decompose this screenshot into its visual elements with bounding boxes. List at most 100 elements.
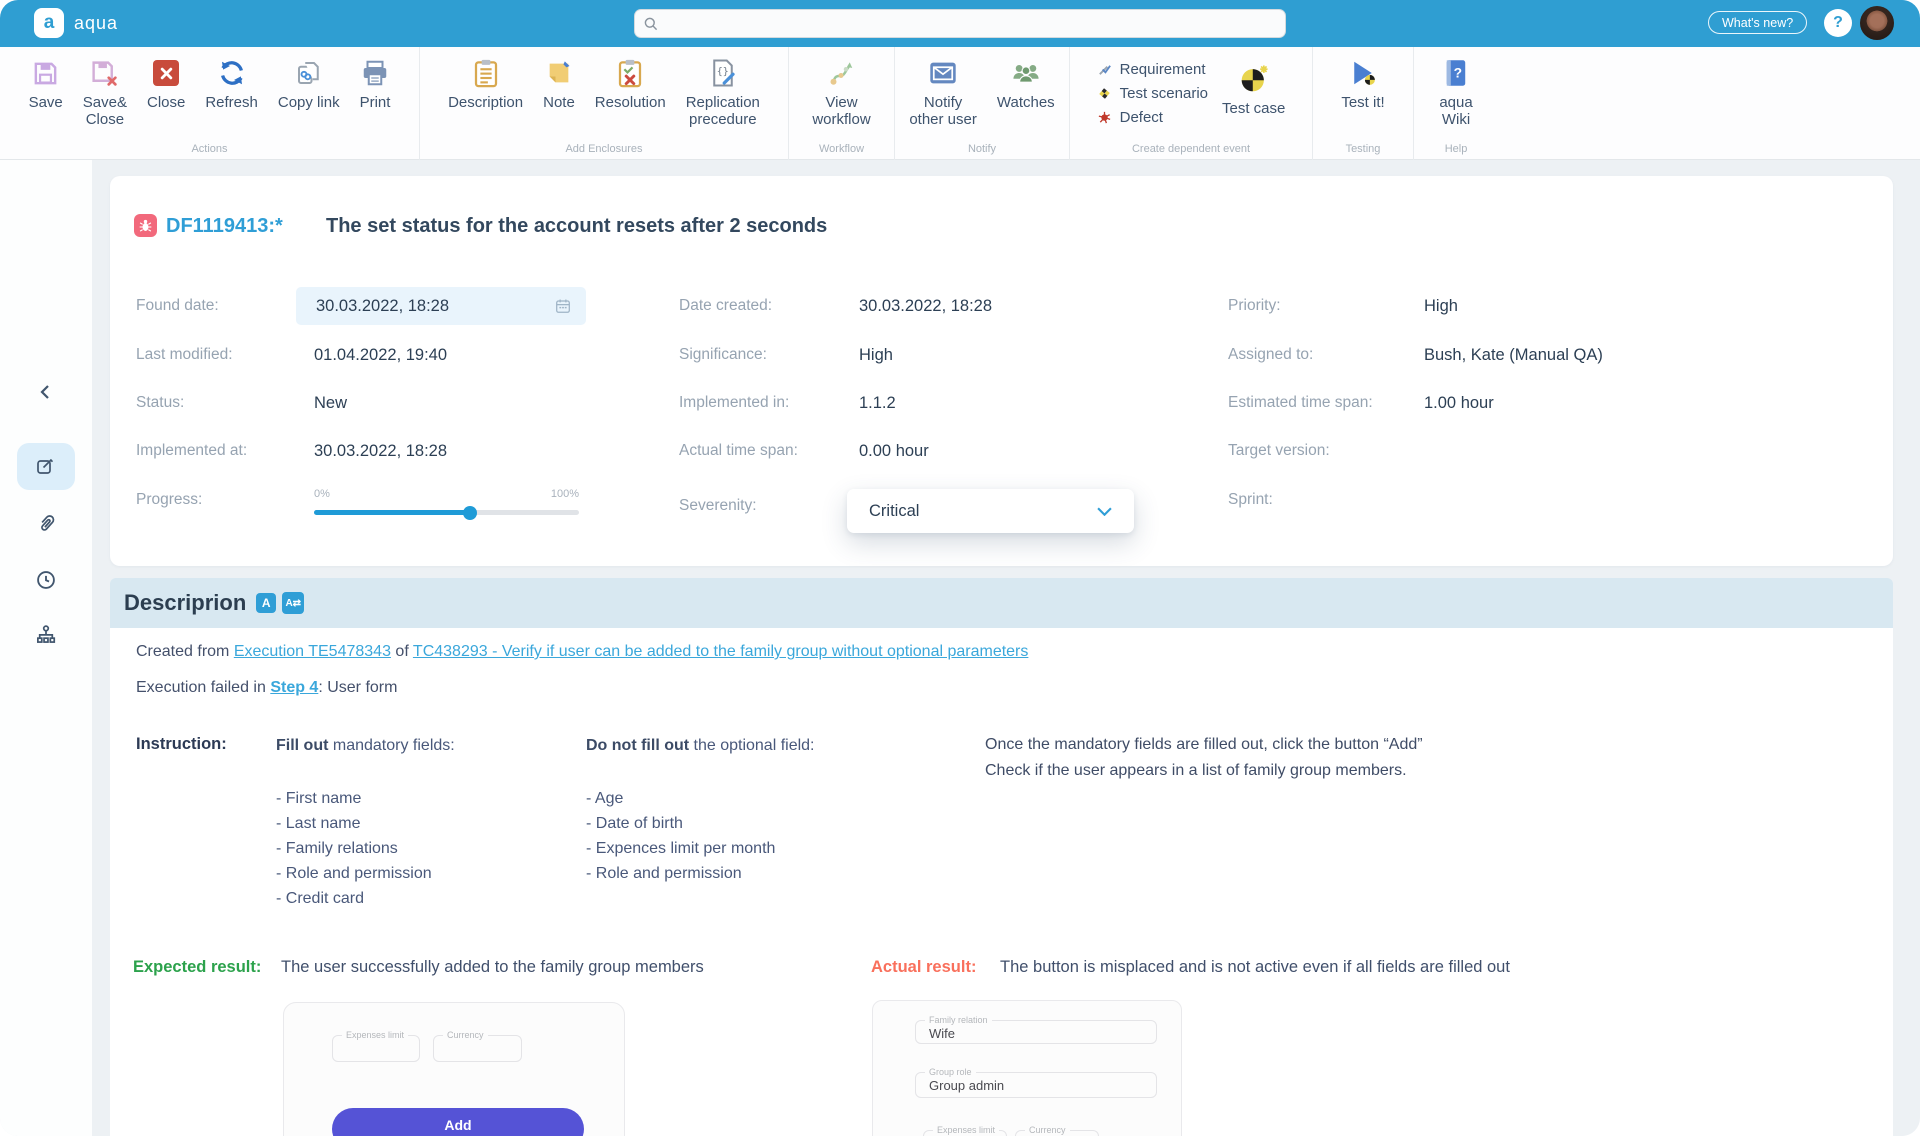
field-value: 30.03.2022, 18:28 [859, 297, 992, 316]
group-caption: Create dependent event [1070, 143, 1312, 155]
format-a-icon[interactable]: A [256, 593, 276, 613]
create-defect-item[interactable]: Defect [1097, 107, 1208, 128]
defect-type-bug-icon [134, 214, 157, 237]
defect-title[interactable]: The set status for the account resets af… [326, 215, 827, 238]
toolbar-group-actions: Save Save& Close Close Refresh [0, 47, 420, 160]
copy-link-button[interactable]: Copy link [278, 56, 340, 128]
test-case-link[interactable]: TC438293 - Verify if user can be added t… [413, 643, 1028, 660]
note-line: Once the mandatory fields are filled out… [985, 732, 1423, 758]
severity-dropdown[interactable]: Critical [847, 489, 1134, 533]
mock-input: Expenses limit [332, 1035, 420, 1062]
refresh-button[interactable]: Refresh [205, 56, 258, 128]
print-icon [360, 56, 390, 90]
list-item: - Expences limit per month [586, 836, 775, 861]
toolbar-group-help: ? aqua Wiki Help [1414, 47, 1498, 160]
notify-other-user-button[interactable]: Notify other user [909, 56, 977, 128]
user-avatar[interactable] [1860, 6, 1894, 40]
edit-icon [34, 455, 58, 479]
field-label: Progress: [136, 491, 202, 509]
mock-input: Currency [433, 1035, 522, 1062]
create-test-case-button[interactable]: Test case [1222, 56, 1285, 128]
field-label: Severenity: [679, 497, 757, 515]
calendar-icon[interactable] [554, 297, 572, 315]
list-item: - Last name [276, 811, 432, 836]
toolbar-group-create-dependent-event: Requirement Test scenario Defect Test ca… [1070, 47, 1313, 160]
found-date-input[interactable]: 30.03.2022, 18:28 [296, 287, 586, 325]
sidebar-tab-attachments[interactable] [0, 510, 92, 536]
progress-max-label: 100% [551, 488, 579, 500]
create-test-scenario-item[interactable]: Test scenario [1097, 83, 1208, 104]
clock-icon [33, 567, 59, 593]
step-link[interactable]: Step 4 [270, 679, 318, 696]
optional-fields-list: - Age - Date of birth - Expences limit p… [586, 786, 775, 886]
collapse-sidebar-button[interactable] [0, 382, 92, 402]
save-and-close-button[interactable]: Save& Close [83, 56, 127, 128]
sidebar-tab-dependencies[interactable] [0, 623, 92, 649]
create-requirement-item[interactable]: Requirement [1097, 59, 1208, 80]
left-sidebar: a [0, 160, 92, 1136]
mandatory-fields-list: - First name - Last name - Family relati… [276, 786, 432, 911]
field-value: High [859, 346, 893, 365]
group-caption: Workflow [789, 143, 894, 155]
print-button[interactable]: Print [360, 56, 391, 128]
view-workflow-button[interactable]: View workflow [812, 56, 870, 128]
paperclip-icon [33, 510, 59, 536]
brand-name: aqua [74, 13, 118, 34]
group-caption: Help [1414, 143, 1498, 155]
field-label: Implemented at: [136, 442, 247, 460]
progress-slider[interactable]: 0% 100% [314, 488, 579, 520]
sidebar-tab-history[interactable] [0, 567, 92, 593]
global-search[interactable] [634, 9, 1286, 38]
close-icon [153, 56, 179, 90]
hierarchy-icon [33, 623, 59, 649]
field-label: Date created: [679, 297, 772, 315]
close-button[interactable]: Close [147, 56, 185, 128]
actual-result-text: The button is misplaced and is not activ… [1000, 958, 1510, 977]
list-item: - Age [586, 786, 775, 811]
test-it-button[interactable]: Test it! [1341, 56, 1384, 111]
field-label: Significance: [679, 346, 767, 364]
execution-link[interactable]: Execution TE5478343 [234, 643, 391, 660]
mandatory-fields-heading: Fill out mandatory fields: [276, 737, 455, 755]
list-item: - Credit card [276, 886, 432, 911]
aqua-wiki-button[interactable]: ? aqua Wiki [1439, 56, 1472, 128]
field-label: Target version: [1228, 442, 1330, 460]
mock-input: Group role Group admin [915, 1072, 1157, 1098]
list-item: - First name [276, 786, 432, 811]
save-button[interactable]: Save [29, 56, 63, 128]
workflow-icon [826, 56, 856, 90]
list-item: - Role and permission [276, 861, 432, 886]
clipboard-description-icon [472, 56, 500, 90]
search-icon [643, 16, 659, 32]
created-from-line: Created from Execution TE5478343 of TC43… [136, 643, 1028, 661]
sidebar-tab-edit[interactable] [0, 455, 92, 479]
refresh-icon [217, 56, 247, 90]
replication-procedure-button[interactable]: {} Replication precedure [686, 56, 760, 128]
slider-thumb[interactable] [463, 506, 477, 520]
field-value: 01.04.2022, 19:40 [314, 346, 447, 365]
note-line: Check if the user appears in a list of f… [985, 758, 1423, 784]
optional-fields-heading: Do not fill out the optional field: [586, 737, 815, 755]
defect-id[interactable]: DF1119413:* [166, 215, 283, 238]
list-item: - Role and permission [586, 861, 775, 886]
progress-min-label: 0% [314, 488, 330, 500]
resolution-button[interactable]: Resolution [595, 56, 666, 128]
floppy-close-icon [90, 56, 119, 90]
list-item: - Date of birth [586, 811, 775, 836]
ribbon-toolbar: Save Save& Close Close Refresh [0, 47, 1920, 160]
search-input[interactable] [667, 15, 1277, 33]
note-button[interactable]: Note [543, 56, 575, 128]
description-section-title: Descriprion [124, 590, 246, 616]
mock-add-button: Add [332, 1108, 584, 1136]
test-it-play-icon [1348, 56, 1378, 90]
translate-icon[interactable]: A⇄ [282, 592, 304, 614]
group-caption: Notify [895, 143, 1069, 155]
help-button[interactable]: ? [1824, 9, 1852, 37]
watches-button[interactable]: Watches [997, 56, 1055, 128]
whats-new-button[interactable]: What's new? [1708, 11, 1807, 34]
svg-text:?: ? [1454, 65, 1462, 81]
test-case-icon [1238, 62, 1270, 96]
field-label: Found date: [136, 297, 219, 315]
description-button[interactable]: Description [448, 56, 523, 128]
top-header-bar: a aqua What's new? ? [0, 0, 1920, 47]
